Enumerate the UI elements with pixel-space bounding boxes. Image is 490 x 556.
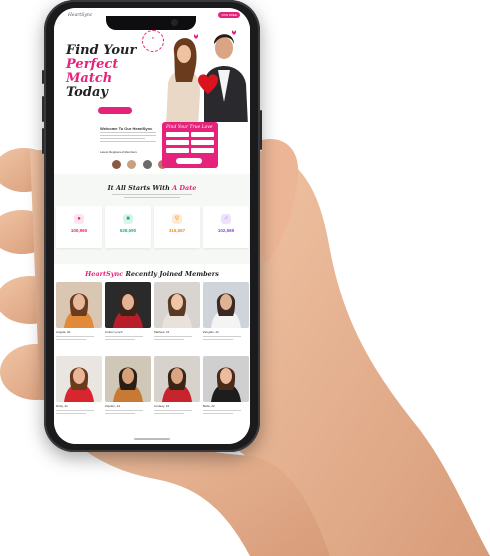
stat-card: ♂ 102,569: [203, 206, 249, 248]
form-field-age-to[interactable]: [191, 140, 214, 145]
stats-section: It All Starts With A Date ● 100,960 ■ 62…: [54, 174, 250, 264]
member-card[interactable]: Zengfax, 22: [203, 282, 249, 340]
member-photo[interactable]: [154, 282, 200, 328]
camera-icon: [171, 19, 178, 26]
member-description: [105, 412, 135, 414]
member-card[interactable]: Lindsay, 24: [154, 356, 200, 414]
member-photo[interactable]: [56, 282, 102, 328]
member-name[interactable]: Zayden, 24: [105, 404, 151, 408]
member-description: [105, 336, 143, 338]
member-photo[interactable]: [203, 282, 249, 328]
member-name[interactable]: Zengfax, 22: [203, 330, 249, 334]
hero-cta-button[interactable]: [98, 107, 132, 114]
search-icon: ⚲: [172, 214, 182, 224]
stat-card: ● 100,960: [56, 206, 102, 248]
phone-device: HeartSync JOIN FREE Find Your Perfect Ma…: [42, 0, 262, 452]
hero-title-line1: Find Your: [66, 43, 137, 58]
member-description: [56, 412, 86, 414]
latest-members-avatars: [112, 156, 169, 174]
member-card[interactable]: Zayden, 24: [105, 356, 151, 414]
member-photo[interactable]: [56, 356, 102, 402]
stat-value: 100,960: [70, 228, 88, 233]
stat-value: 628,590: [119, 228, 137, 233]
hero-title-line2: Perfect Match: [66, 57, 119, 86]
member-name[interactable]: Mathew, 21: [154, 330, 200, 334]
member-description: [105, 410, 143, 412]
member-name[interactable]: Ruby, 21: [56, 404, 102, 408]
member-description: [154, 412, 184, 414]
power-button: [260, 110, 262, 150]
member-photo[interactable]: [105, 282, 151, 328]
member-description: [154, 336, 192, 338]
site-logo[interactable]: HeartSync: [68, 13, 92, 18]
form-title: Find Your True Love: [166, 125, 213, 130]
form-field-city[interactable]: [191, 148, 214, 153]
member-card[interactable]: Ruby, 21: [56, 356, 102, 414]
volume-down-button: [42, 128, 44, 154]
form-field-age-from[interactable]: [166, 140, 189, 145]
member-name[interactable]: Angela, 20: [56, 330, 102, 334]
mute-switch: [42, 70, 44, 84]
member-description: [56, 410, 94, 412]
home-indicator: [134, 438, 170, 440]
member-description: [203, 338, 233, 340]
avatar[interactable]: [127, 160, 137, 169]
member-photo[interactable]: [154, 356, 200, 402]
form-field-seeking[interactable]: [191, 132, 214, 137]
member-photo[interactable]: [203, 356, 249, 402]
member-description: [56, 338, 86, 340]
stat-value: 316,587: [168, 228, 186, 233]
member-description: [203, 412, 233, 414]
stat-card: ■ 628,590: [105, 206, 151, 248]
latest-members-label: Latest Registered Members: [100, 150, 137, 154]
welcome-text: [100, 132, 156, 146]
join-button[interactable]: JOIN FREE: [218, 12, 240, 18]
members-title-accent: HeartSync: [85, 270, 124, 278]
search-form: Find Your True Love: [162, 122, 218, 168]
couple-hero-image: [158, 22, 250, 126]
form-field-country[interactable]: [166, 148, 189, 153]
chat-icon: ■: [123, 214, 133, 224]
member-name[interactable]: Amber Lynch: [105, 330, 151, 334]
volume-up-button: [42, 96, 44, 122]
member-description: [154, 338, 184, 340]
stats-section-subtitle: [112, 194, 192, 199]
hero-subtitle: [92, 88, 150, 98]
avatar[interactable]: [142, 160, 152, 169]
find-partner-button[interactable]: [176, 158, 202, 164]
member-photo[interactable]: [105, 356, 151, 402]
member-description: [203, 336, 241, 338]
member-card[interactable]: Amber Lynch: [105, 282, 151, 340]
gender-icon: ♂: [221, 214, 231, 224]
phone-screen: HeartSync JOIN FREE Find Your Perfect Ma…: [54, 8, 250, 444]
stat-value: 102,569: [217, 228, 235, 233]
member-description: [56, 336, 94, 338]
stats-title-accent: A Date: [172, 184, 197, 192]
users-icon: ●: [74, 214, 84, 224]
member-card[interactable]: Mathew, 21: [154, 282, 200, 340]
member-description: [105, 338, 135, 340]
member-name[interactable]: Lindsay, 24: [154, 404, 200, 408]
member-description: [154, 410, 192, 412]
hero-badge: ❤: [142, 30, 164, 52]
form-field-gender[interactable]: [166, 132, 189, 137]
notch: [106, 16, 196, 30]
stats-title-prefix: It All Starts With: [107, 184, 170, 192]
member-name[interactable]: Bella, 22: [203, 404, 249, 408]
welcome-title: Welcome To Our HeartSync: [100, 126, 153, 131]
avatar[interactable]: [112, 160, 121, 169]
members-section: HeartSync Recently Joined Members Angela…: [54, 264, 250, 444]
stat-card: ⚲ 316,587: [154, 206, 200, 248]
members-title-rest: Recently Joined Members: [125, 270, 219, 278]
welcome-section: Welcome To Our HeartSync Latest Register…: [54, 122, 250, 174]
member-description: [203, 410, 241, 412]
member-card[interactable]: Angela, 20: [56, 282, 102, 340]
members-section-title: HeartSync Recently Joined Members: [54, 270, 250, 278]
member-card[interactable]: Bella, 22: [203, 356, 249, 414]
stats-section-title: It All Starts With A Date: [54, 184, 250, 192]
